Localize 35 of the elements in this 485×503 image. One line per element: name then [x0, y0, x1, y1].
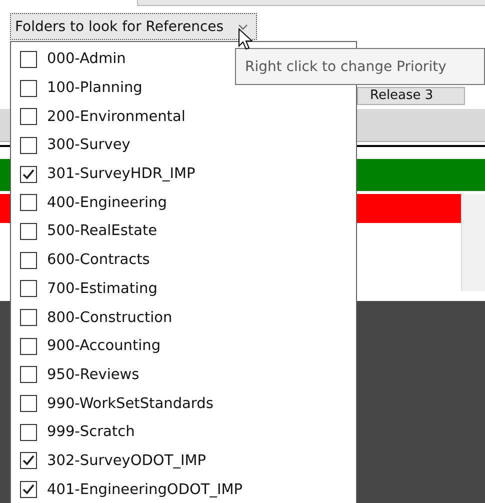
checkbox[interactable] [20, 280, 37, 298]
checkbox[interactable] [20, 309, 37, 326]
checkbox[interactable] [20, 166, 37, 183]
folder-item[interactable]: 401-EngineeringODOT_IMP [20, 475, 356, 503]
checkbox[interactable] [20, 108, 37, 126]
folder-item[interactable]: 990-WorkSetStandards [20, 389, 356, 418]
folder-item[interactable]: 400-Engineering [20, 188, 356, 218]
checkbox[interactable] [20, 395, 37, 412]
checkbox[interactable] [20, 136, 37, 154]
folder-item[interactable]: 900-Accounting [20, 332, 356, 361]
checkbox[interactable] [20, 252, 37, 269]
checkbox[interactable] [20, 80, 37, 97]
folder-item[interactable]: 500-RealEstate [20, 217, 356, 246]
folder-item[interactable]: 700-Estimating [20, 274, 356, 304]
checkbox[interactable] [20, 452, 37, 470]
folder-item[interactable]: 200-Environmental [20, 102, 356, 132]
checkbox[interactable] [20, 222, 37, 240]
checkbox[interactable] [20, 481, 37, 498]
folder-item[interactable]: 300-Survey [20, 131, 356, 160]
folder-item[interactable]: 301-SurveyHDR_IMP [20, 160, 356, 188]
scrollbar[interactable] [461, 194, 485, 291]
folder-item[interactable]: 302-SurveyODOT_IMP [20, 446, 356, 476]
checkbox[interactable] [20, 366, 37, 384]
tooltip: Right click to change Priority [235, 48, 485, 85]
folder-item[interactable]: 800-Construction [20, 303, 356, 332]
checkbox[interactable] [20, 50, 37, 68]
caret-icon [238, 24, 248, 30]
checkbox[interactable] [20, 338, 37, 355]
folder-item[interactable]: 999-Scratch [20, 418, 356, 447]
folder-item[interactable]: 950-Reviews [20, 360, 356, 390]
checkbox[interactable] [20, 194, 37, 212]
folder-item[interactable]: 600-Contracts [20, 246, 356, 274]
release-button[interactable]: Release 3 [357, 87, 465, 105]
folders-dropdown[interactable]: Folders to look for References [10, 13, 257, 40]
checkbox[interactable] [20, 424, 37, 441]
